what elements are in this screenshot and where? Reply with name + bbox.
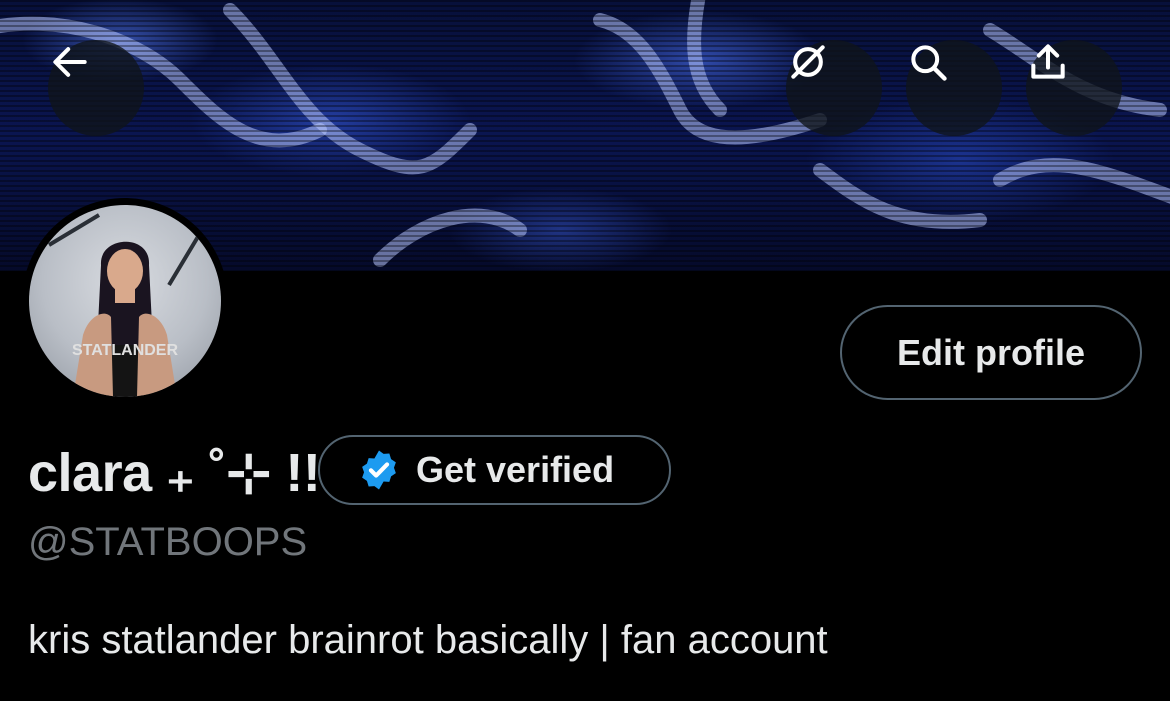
- share-icon: [1031, 44, 1065, 79]
- get-verified-label: Get verified: [416, 449, 615, 490]
- display-name: clara ₊ ˚⊹ !!: [28, 442, 321, 503]
- grok-icon: [791, 45, 825, 79]
- profile-name-row: clara ₊ ˚⊹ !!: [28, 432, 321, 512]
- edit-profile-button[interactable]: Edit profile: [840, 305, 1142, 400]
- share-button[interactable]: [1026, 40, 1122, 136]
- search-icon: [911, 45, 947, 81]
- get-verified-button[interactable]: Get verified: [318, 435, 671, 505]
- edit-profile-label: Edit profile: [897, 331, 1085, 373]
- avatar[interactable]: STATLANDER: [22, 198, 228, 404]
- verified-badge-icon: [362, 450, 396, 490]
- back-button[interactable]: [48, 40, 144, 136]
- profile-page: STATLANDER Edit profile clara ₊ ˚⊹ !! Ge…: [0, 0, 1170, 701]
- avatar-image: STATLANDER: [29, 205, 221, 397]
- profile-bio: kris statlander brainrot basically | fan…: [28, 618, 828, 662]
- search-button[interactable]: [906, 40, 1002, 136]
- profile-handle: @STATBOOPS: [28, 520, 308, 564]
- svg-text:STATLANDER: STATLANDER: [72, 342, 179, 359]
- grok-button[interactable]: [786, 40, 882, 136]
- arrow-left-icon: [53, 47, 87, 77]
